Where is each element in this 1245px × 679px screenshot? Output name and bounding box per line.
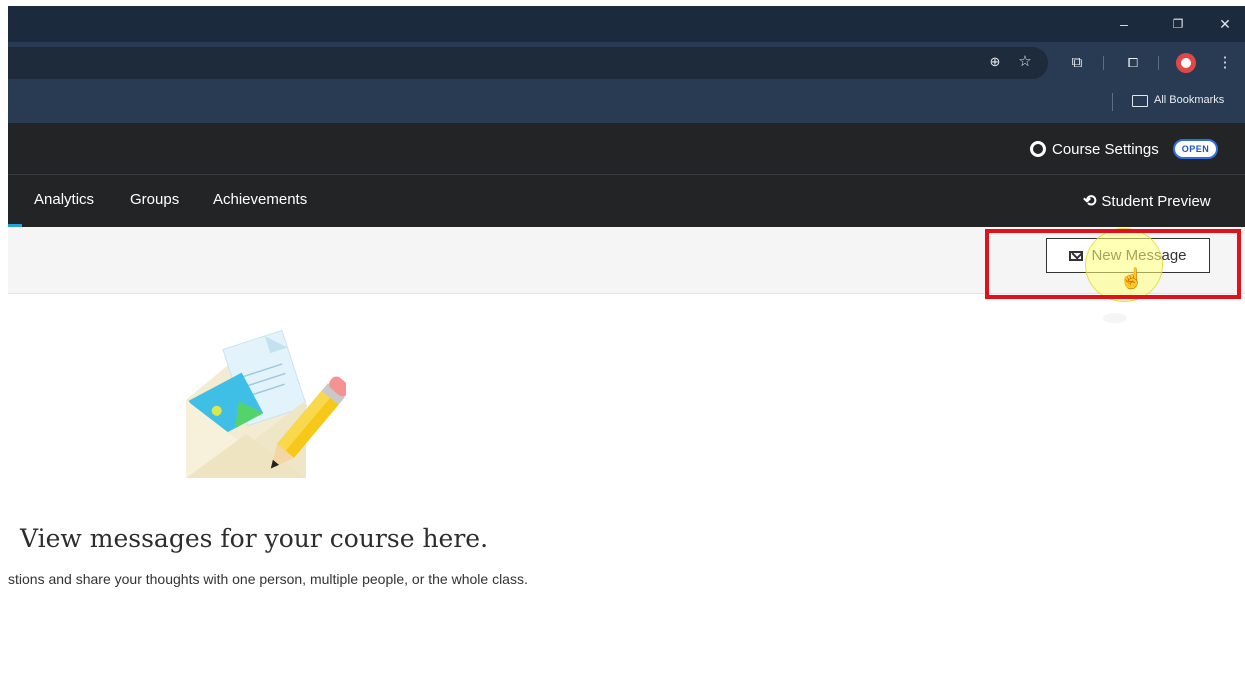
screenshot-frame: – ❐ ✕ ⊕ ☆ ⧉ ⧠ ⋮ All Bookmarks Course Set… <box>0 0 1245 679</box>
toolbar-divider <box>1158 56 1159 70</box>
tab-search-icon[interactable]: ⧠ <box>1122 52 1144 74</box>
envelope-illustration-icon <box>186 330 346 478</box>
extensions-icon[interactable]: ⧉ <box>1066 52 1088 74</box>
all-bookmarks-link[interactable]: All Bookmarks <box>1154 94 1224 106</box>
minimize-button[interactable]: – <box>1114 14 1134 34</box>
bookmarks-bar: All Bookmarks <box>8 83 1245 123</box>
browser-toolbar: ⊕ ☆ ⧉ ⧠ ⋮ <box>8 42 1245 83</box>
student-preview-button[interactable]: ⟲ Student Preview <box>1083 191 1211 211</box>
zoom-icon[interactable]: ⊕ <box>984 51 1006 73</box>
status-badge: OPEN <box>1172 139 1219 159</box>
gear-icon <box>1030 141 1046 157</box>
bookmark-star-icon[interactable]: ☆ <box>1014 51 1036 73</box>
decorative-shadow <box>1103 313 1127 323</box>
empty-state-subtitle: stions and share your thoughts with one … <box>8 571 528 587</box>
tab-groups[interactable]: Groups <box>130 191 179 208</box>
hand-cursor-icon: ☝ <box>1119 268 1144 290</box>
menu-icon[interactable]: ⋮ <box>1214 52 1236 74</box>
empty-state-title: View messages for your course here. <box>20 524 489 553</box>
profile-avatar[interactable] <box>1176 53 1196 73</box>
browser-titlebar: – ❐ ✕ <box>8 6 1245 42</box>
tab-analytics[interactable]: Analytics <box>34 191 94 208</box>
folder-icon[interactable] <box>1132 95 1148 107</box>
toolbar-divider <box>1103 56 1104 70</box>
course-settings-button[interactable]: Course Settings OPEN <box>1030 138 1219 160</box>
tab-achievements[interactable]: Achievements <box>213 191 307 208</box>
course-nav: Analytics Groups Achievements ⟲ Student … <box>8 175 1245 227</box>
restore-button[interactable]: ❐ <box>1168 14 1188 34</box>
bookmarks-divider <box>1112 93 1113 111</box>
refresh-icon: ⟲ <box>1083 193 1097 210</box>
annotation-highlight-box <box>985 229 1241 299</box>
course-header: Course Settings OPEN <box>8 123 1245 175</box>
student-preview-label: Student Preview <box>1101 192 1211 210</box>
course-settings-label: Course Settings <box>1052 140 1159 158</box>
close-button[interactable]: ✕ <box>1215 14 1235 34</box>
address-bar[interactable]: ⊕ ☆ <box>8 47 1048 79</box>
